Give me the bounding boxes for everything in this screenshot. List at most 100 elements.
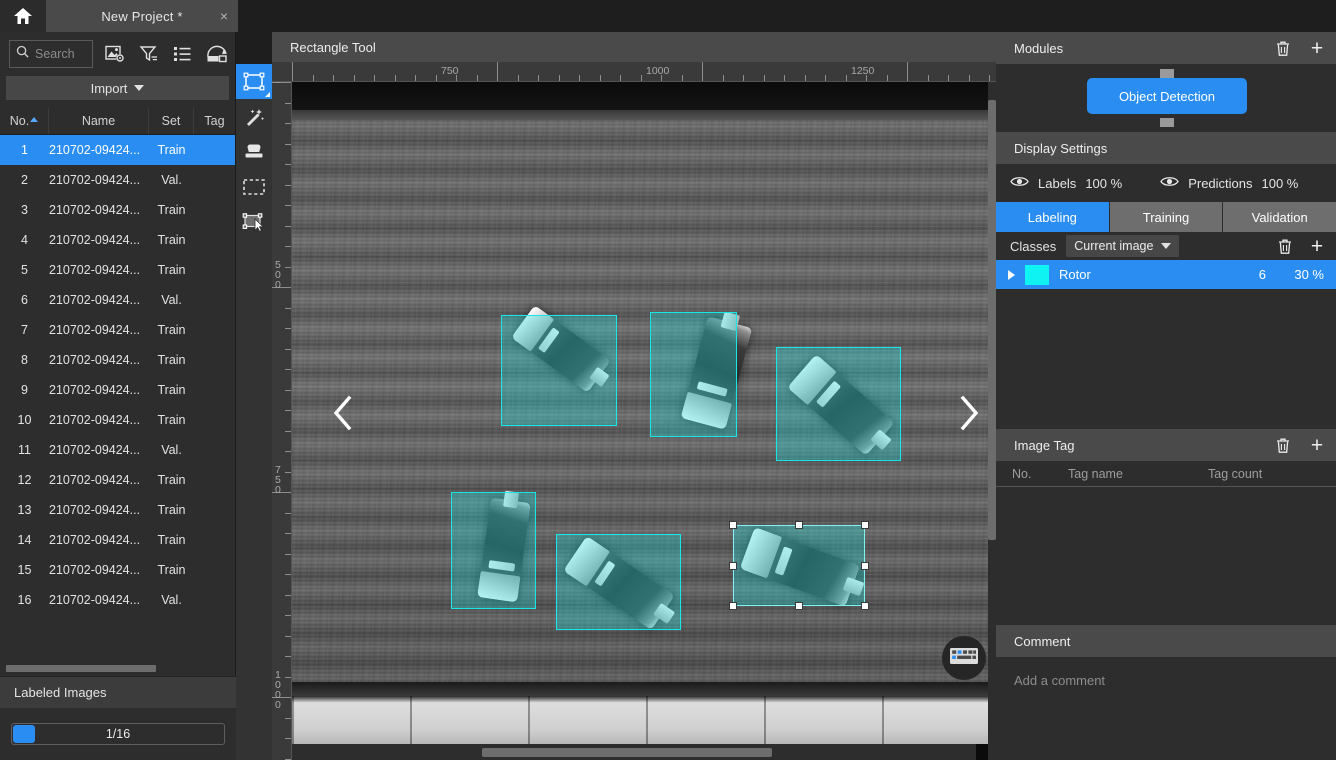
resize-handle[interactable] bbox=[729, 521, 737, 529]
horizontal-ruler: 750 1000 1250 bbox=[272, 62, 996, 82]
resize-handle[interactable] bbox=[795, 602, 803, 610]
class-color-swatch[interactable] bbox=[1025, 264, 1049, 285]
table-row[interactable]: 13 210702-09424... Train bbox=[0, 495, 235, 525]
scrollbar-thumb[interactable] bbox=[988, 100, 996, 540]
resize-handle[interactable] bbox=[795, 521, 803, 529]
bounding-box-selected[interactable] bbox=[729, 521, 869, 610]
plus-icon[interactable]: + bbox=[1306, 434, 1328, 456]
table-row[interactable]: 15 210702-09424... Train bbox=[0, 555, 235, 585]
annotated-image[interactable] bbox=[292, 82, 996, 744]
predictions-opacity-value[interactable]: 100 % bbox=[1262, 176, 1299, 191]
close-icon[interactable]: × bbox=[220, 9, 228, 23]
bounding-box[interactable] bbox=[650, 312, 737, 437]
rectangle-tool[interactable] bbox=[236, 64, 272, 99]
table-row[interactable]: 12 210702-09424... Train bbox=[0, 465, 235, 495]
eye-icon[interactable] bbox=[1010, 175, 1029, 191]
marquee-tool[interactable] bbox=[236, 169, 272, 204]
resize-handle[interactable] bbox=[861, 521, 869, 529]
column-header-name[interactable]: Name bbox=[49, 108, 149, 134]
classes-scope-dropdown[interactable]: Current image bbox=[1066, 235, 1180, 257]
object-detection-node[interactable]: Object Detection bbox=[1087, 78, 1247, 114]
resize-handle[interactable] bbox=[861, 602, 869, 610]
stamp-tool[interactable] bbox=[236, 134, 272, 169]
table-row[interactable]: 7 210702-09424... Train bbox=[0, 315, 235, 345]
bounding-box[interactable] bbox=[776, 347, 901, 461]
node-output-port bbox=[1160, 118, 1174, 127]
table-row[interactable]: 5 210702-09424... Train bbox=[0, 255, 235, 285]
comment-placeholder: Add a comment bbox=[1014, 673, 1106, 688]
table-row[interactable]: 4 210702-09424... Train bbox=[0, 225, 235, 255]
search-input[interactable]: Search bbox=[9, 40, 94, 68]
tab-validation[interactable]: Validation bbox=[1223, 202, 1336, 232]
plus-icon[interactable]: + bbox=[1306, 235, 1328, 257]
thumbnail-view-icon[interactable] bbox=[205, 41, 229, 67]
table-row[interactable]: 6 210702-09424... Val. bbox=[0, 285, 235, 315]
tab-training[interactable]: Training bbox=[1109, 202, 1224, 232]
resize-handle[interactable] bbox=[861, 561, 869, 570]
scrollbar-thumb[interactable] bbox=[6, 665, 156, 672]
ruler-tick bbox=[927, 75, 929, 81]
bounding-box[interactable] bbox=[501, 315, 617, 426]
keyboard-shortcuts-button[interactable] bbox=[942, 636, 986, 680]
bounding-box[interactable] bbox=[556, 534, 681, 630]
select-move-tool[interactable] bbox=[236, 204, 272, 239]
row-no: 10 bbox=[17, 413, 32, 427]
list-icon[interactable] bbox=[171, 41, 195, 67]
class-row[interactable]: Rotor 6 30 % bbox=[996, 260, 1336, 289]
file-list-hscrollbar[interactable] bbox=[6, 665, 228, 672]
canvas-hscrollbar[interactable] bbox=[292, 744, 976, 760]
ruler-label: 1000 bbox=[275, 669, 281, 711]
application-window: New Project * × Search Import No. Name S… bbox=[0, 0, 1336, 760]
table-row[interactable]: 14 210702-09424... Train bbox=[0, 525, 235, 555]
previous-image-button[interactable] bbox=[320, 385, 366, 441]
trash-icon[interactable] bbox=[1272, 37, 1294, 59]
next-image-button[interactable] bbox=[946, 385, 992, 441]
modules-header: Modules + bbox=[996, 32, 1336, 64]
column-header-tag[interactable]: Tag bbox=[194, 108, 235, 134]
table-row[interactable]: 8 210702-09424... Train bbox=[0, 345, 235, 375]
row-no: 16 bbox=[17, 593, 32, 607]
expand-arrow-icon[interactable] bbox=[1008, 269, 1015, 280]
table-row[interactable]: 11 210702-09424... Val. bbox=[0, 435, 235, 465]
filter-icon[interactable] bbox=[137, 41, 161, 67]
display-settings-row: Labels 100 % Predictions 100 % bbox=[996, 164, 1336, 202]
image-tag-table-header: No. Tag name Tag count bbox=[996, 461, 1336, 487]
trash-icon[interactable] bbox=[1272, 434, 1294, 456]
column-header-no[interactable]: No. bbox=[0, 108, 49, 134]
ruler-label: 750 bbox=[441, 65, 459, 77]
tab-labeling[interactable]: Labeling bbox=[996, 202, 1110, 232]
table-row[interactable]: 1 210702-09424... Train bbox=[0, 135, 235, 165]
resize-handle[interactable] bbox=[729, 561, 737, 570]
table-row[interactable]: 9 210702-09424... Train bbox=[0, 375, 235, 405]
chevron-down-icon bbox=[134, 85, 145, 91]
eye-icon[interactable] bbox=[1160, 175, 1179, 191]
table-row[interactable]: 16 210702-09424... Val. bbox=[0, 585, 235, 615]
row-no: 9 bbox=[21, 383, 28, 397]
labels-opacity-value[interactable]: 100 % bbox=[1085, 176, 1122, 191]
row-set: Train bbox=[157, 143, 186, 157]
ruler-tick bbox=[435, 75, 437, 81]
row-set: Train bbox=[157, 353, 186, 367]
resize-handle[interactable] bbox=[729, 602, 737, 610]
file-list[interactable]: 1 210702-09424... Train 2 210702-09424... Val… bbox=[0, 135, 235, 636]
home-button[interactable] bbox=[0, 0, 46, 32]
row-set: Val. bbox=[161, 443, 182, 457]
image-viewport[interactable] bbox=[292, 82, 996, 760]
project-tab[interactable]: New Project * × bbox=[46, 0, 238, 32]
image-band-bottom-edge bbox=[292, 682, 996, 696]
image-settings-icon[interactable] bbox=[103, 41, 127, 67]
plus-icon[interactable]: + bbox=[1306, 37, 1328, 59]
comment-input[interactable]: Add a comment bbox=[996, 657, 1336, 741]
labeled-images-header: Labeled Images bbox=[0, 676, 236, 708]
trash-icon[interactable] bbox=[1274, 235, 1296, 257]
column-header-set[interactable]: Set bbox=[149, 108, 194, 134]
table-row[interactable]: 2 210702-09424... Val. bbox=[0, 165, 235, 195]
import-button[interactable]: Import bbox=[6, 76, 229, 100]
magic-pen-tool[interactable] bbox=[236, 99, 272, 134]
classes-list[interactable]: Rotor 6 30 % bbox=[996, 260, 1336, 289]
scrollbar-thumb[interactable] bbox=[482, 748, 772, 757]
bounding-box[interactable] bbox=[451, 492, 536, 609]
table-row[interactable]: 3 210702-09424... Train bbox=[0, 195, 235, 225]
canvas-vscrollbar[interactable] bbox=[988, 82, 996, 760]
table-row[interactable]: 10 210702-09424... Train bbox=[0, 405, 235, 435]
